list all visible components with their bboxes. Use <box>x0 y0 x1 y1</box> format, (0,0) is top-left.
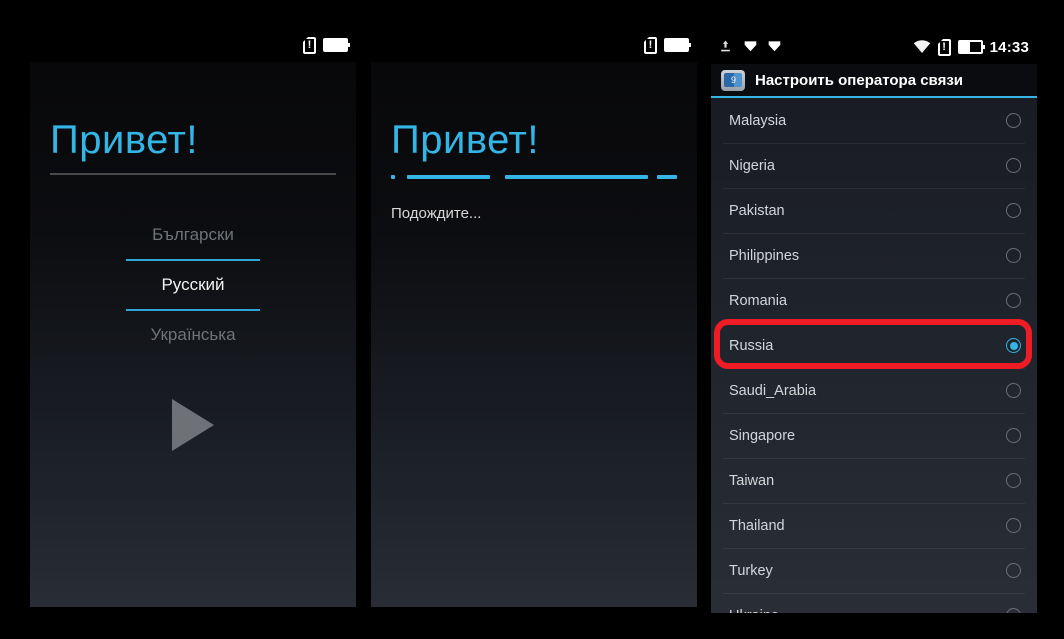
list-item[interactable]: Pakistan <box>711 188 1037 233</box>
country-label: Thailand <box>729 517 785 534</box>
country-label: Philippines <box>729 247 800 264</box>
panel-welcome-language: Привет! Български Русский Українська Экс… <box>30 28 356 607</box>
loading-status-text: Подождите... <box>391 205 482 222</box>
status-bar-settings: 14:33 <box>711 30 1037 64</box>
play-triangle-icon <box>172 399 214 451</box>
radio-button[interactable] <box>1006 248 1021 263</box>
radio-button-selected[interactable] <box>1006 338 1021 353</box>
language-option-ukrainian[interactable]: Українська <box>50 311 336 359</box>
radio-button[interactable] <box>1006 428 1021 443</box>
settings-title-bar: 9 Настроить оператора связи <box>711 64 1037 98</box>
country-label: Russia <box>729 337 774 354</box>
radio-button[interactable] <box>1006 608 1021 613</box>
download-arrow-icon <box>767 39 782 55</box>
status-bar-system-icons: 14:33 <box>913 38 1029 56</box>
panel-welcome-loading: Привет! Подождите... <box>371 28 697 607</box>
greeting-title: Привет! <box>50 118 198 162</box>
radio-button[interactable] <box>1006 158 1021 173</box>
sim-missing-icon <box>937 38 951 56</box>
radio-button[interactable] <box>1006 113 1021 128</box>
status-bar-right-icons-loading <box>644 36 691 54</box>
battery-full-icon <box>664 38 691 52</box>
country-label: Saudi_Arabia <box>729 382 817 399</box>
wifi-icon <box>913 40 931 54</box>
status-bar-right-icons <box>303 36 350 54</box>
panel-operator-settings: 14:33 9 Настроить оператора связи Malays… <box>711 30 1037 613</box>
language-option-russian[interactable]: Русский <box>50 261 336 309</box>
list-item[interactable]: Philippines <box>711 233 1037 278</box>
sim-missing-icon <box>303 36 316 54</box>
country-label: Singapore <box>729 427 796 444</box>
greeting-divider <box>50 173 336 175</box>
country-label: Taiwan <box>729 472 775 489</box>
list-item[interactable]: Saudi_Arabia <box>711 368 1037 413</box>
sim-missing-icon <box>644 36 657 54</box>
status-bar-welcome <box>30 28 356 62</box>
loading-body: Привет! Подождите... <box>371 118 697 607</box>
status-bar-clock: 14:33 <box>989 38 1029 56</box>
list-item[interactable]: Nigeria <box>711 143 1037 188</box>
radio-button[interactable] <box>1006 203 1021 218</box>
battery-half-icon <box>957 40 985 54</box>
radio-button[interactable] <box>1006 473 1021 488</box>
list-item[interactable]: Taiwan <box>711 458 1037 503</box>
country-label: Pakistan <box>729 202 785 219</box>
operator-settings-app-icon: 9 <box>721 69 745 91</box>
radio-button[interactable] <box>1006 383 1021 398</box>
country-label: Romania <box>729 292 788 309</box>
list-item[interactable]: Ukraine <box>711 593 1037 613</box>
radio-button[interactable] <box>1006 518 1021 533</box>
welcome-body: Привет! Български Русский Українська Экс… <box>30 118 356 607</box>
list-item-selected[interactable]: Russia <box>711 323 1037 368</box>
language-list: Български Русский Українська <box>50 211 336 359</box>
usb-upload-icon <box>719 39 734 55</box>
battery-full-icon <box>323 38 350 52</box>
status-bar-notification-icons <box>719 39 782 55</box>
country-label: Malaysia <box>729 112 787 129</box>
download-arrow-icon <box>743 39 758 55</box>
country-label: Nigeria <box>729 157 775 174</box>
list-item[interactable]: Turkey <box>711 548 1037 593</box>
radio-button[interactable] <box>1006 563 1021 578</box>
list-item[interactable]: Malaysia <box>711 98 1037 143</box>
country-label: Turkey <box>729 562 773 579</box>
settings-title: Настроить оператора связи <box>755 71 963 89</box>
language-option-bulgarian[interactable]: Български <box>50 211 336 259</box>
list-item[interactable]: Romania <box>711 278 1037 323</box>
country-list[interactable]: Malaysia Nigeria Pakistan Philippines Ro… <box>711 98 1037 613</box>
status-bar-loading <box>371 28 697 62</box>
radio-button[interactable] <box>1006 293 1021 308</box>
greeting-title: Привет! <box>391 118 539 162</box>
indeterminate-progress-bar <box>391 175 677 179</box>
start-button[interactable] <box>50 399 336 456</box>
list-item[interactable]: Thailand <box>711 503 1037 548</box>
list-item[interactable]: Singapore <box>711 413 1037 458</box>
country-label: Ukraine <box>729 608 1006 614</box>
screenshot-canvas: Привет! Български Русский Українська Экс… <box>0 0 1064 639</box>
